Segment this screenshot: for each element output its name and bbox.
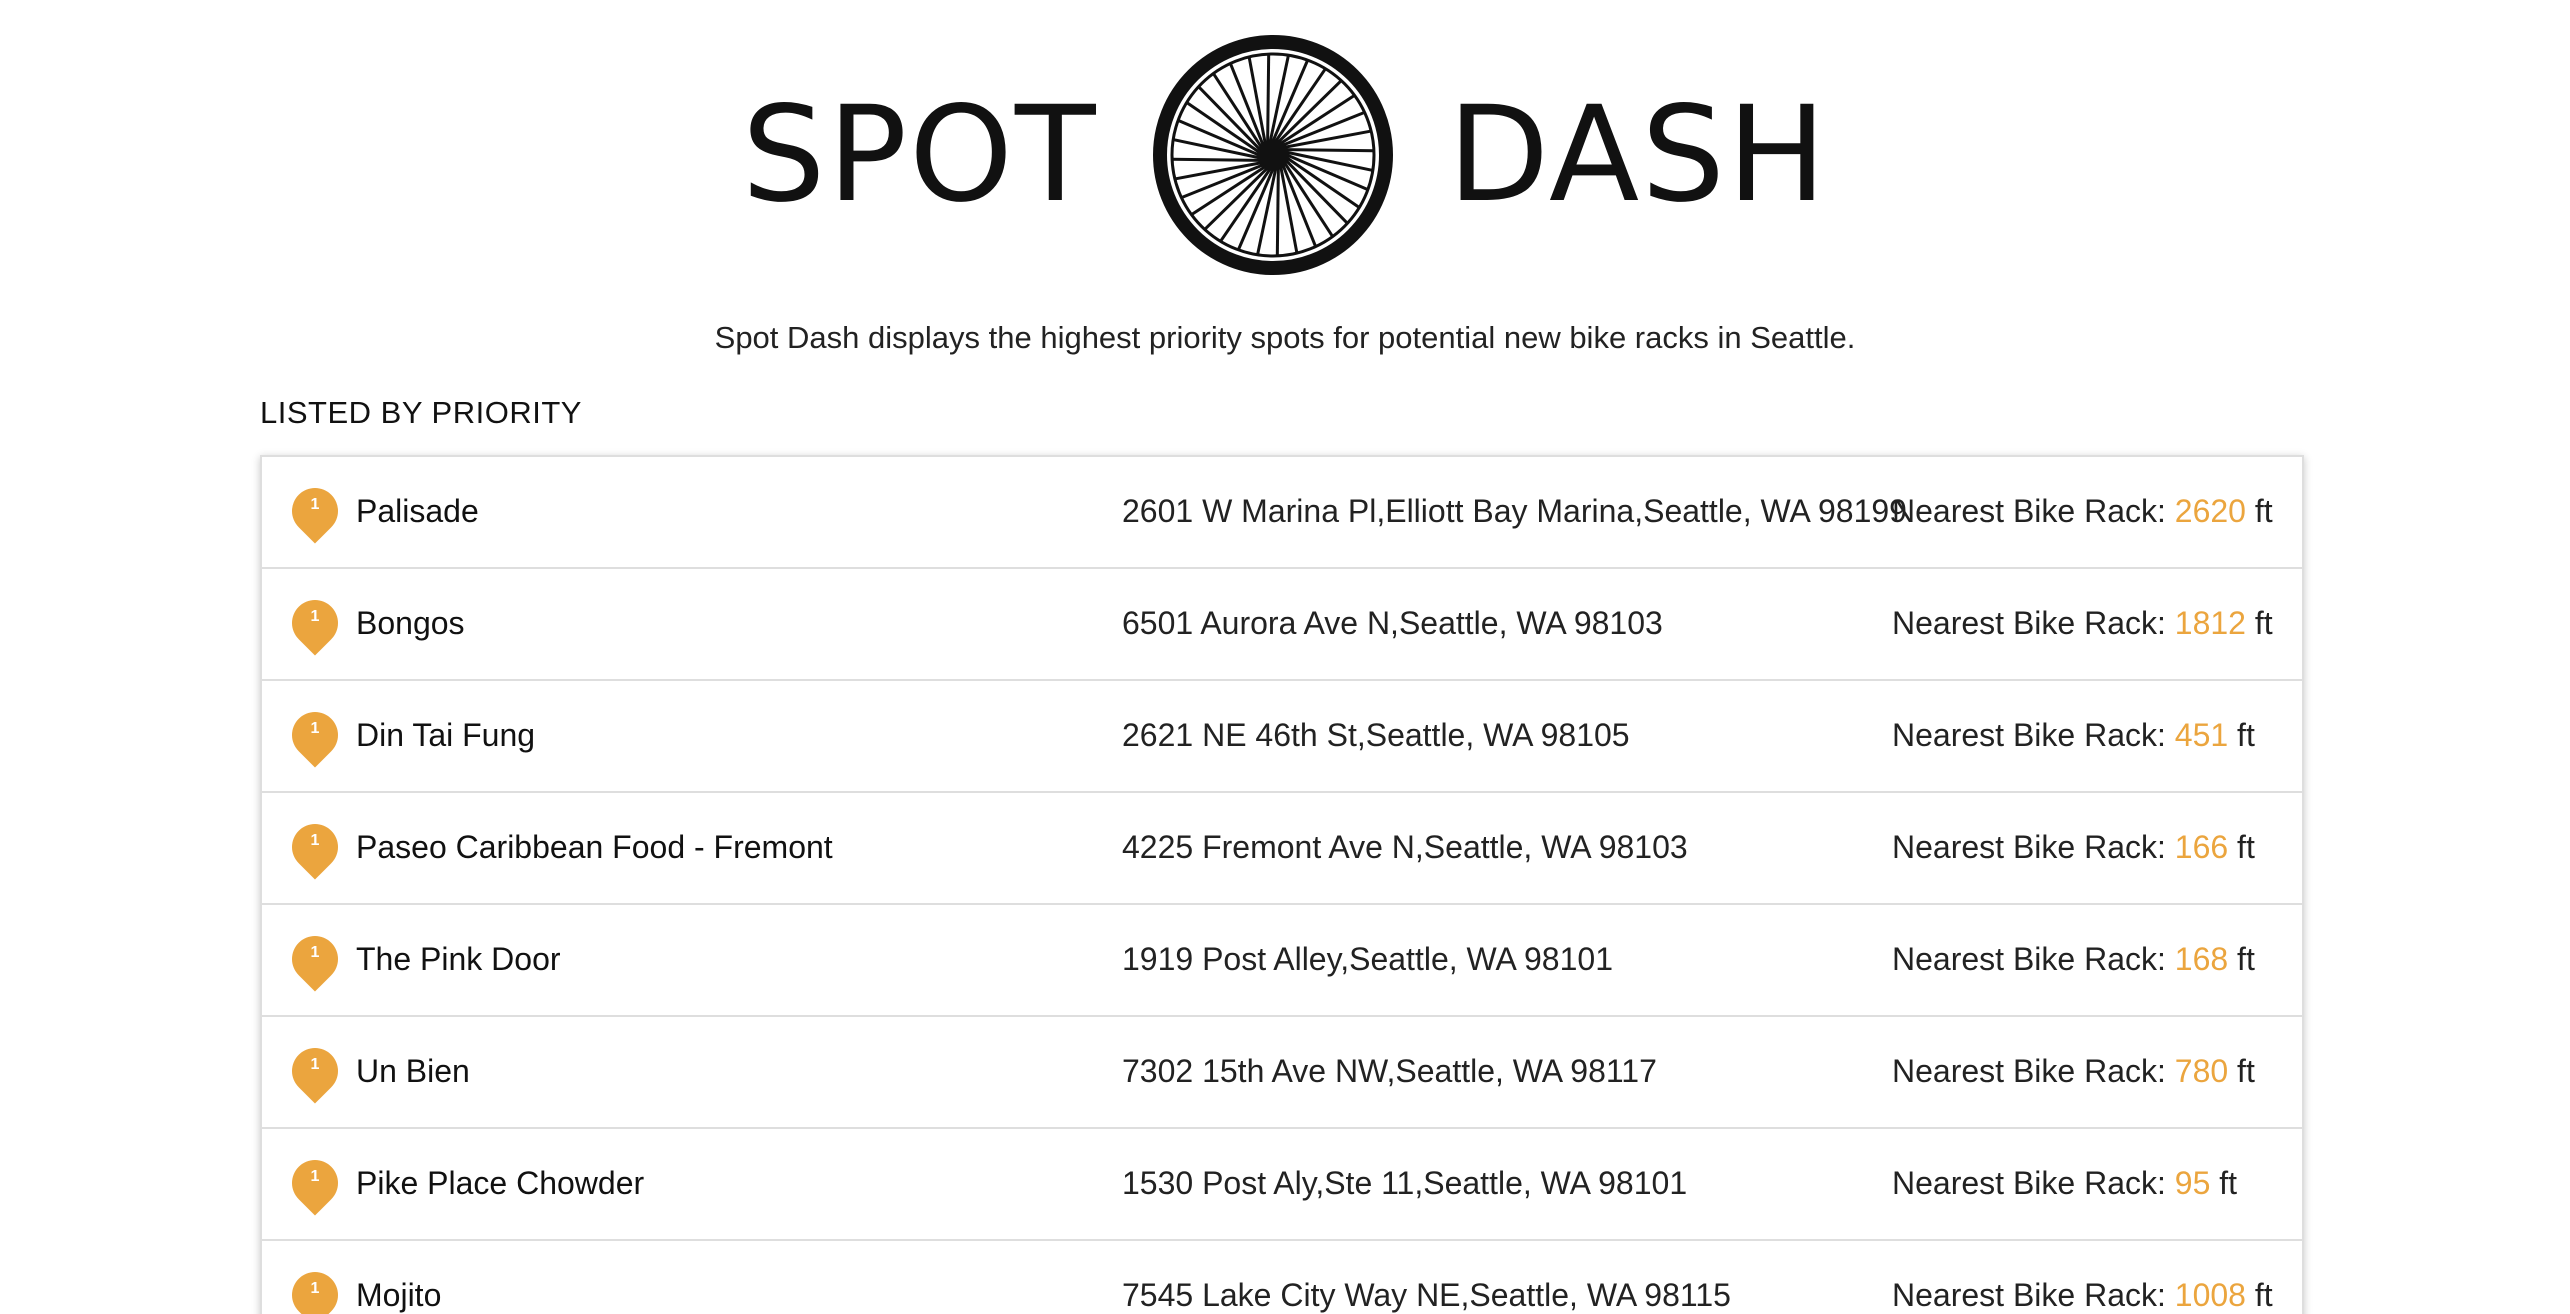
nearest-rack-label: Nearest Bike Rack:	[1892, 493, 2166, 529]
spot-address: 2621 NE 46th St,Seattle, WA 98105	[1122, 717, 1630, 753]
rack-distance: 451	[2174, 717, 2229, 753]
spot-name: The Pink Door	[356, 941, 561, 977]
rack-distance: 95	[2174, 1165, 2211, 1201]
nearest-rack-label: Nearest Bike Rack:	[1892, 717, 2166, 753]
spot-address: 7302 15th Ave NW,Seattle, WA 98117	[1122, 1053, 1657, 1089]
list-item[interactable]: 1 Paseo Caribbean Food - Fremont 4225 Fr…	[262, 793, 2302, 905]
nearest-rack-label: Nearest Bike Rack:	[1892, 1165, 2166, 1201]
distance-unit: ft	[2254, 1277, 2273, 1313]
priority-number: 1	[310, 496, 320, 513]
spot-name: Bongos	[356, 605, 465, 641]
spot-list: 1 Palisade 2601 W Marina Pl,Elliott Bay …	[260, 455, 2304, 1314]
distance-unit: ft	[2237, 1053, 2255, 1089]
priority-number: 1	[310, 1280, 320, 1297]
tagline: Spot Dash displays the highest priority …	[714, 320, 1856, 355]
nearest-rack: Nearest Bike Rack: 2620 ft	[1892, 457, 2273, 565]
list-item[interactable]: 1 Mojito 7545 Lake City Way NE,Seattle, …	[262, 1241, 2302, 1314]
priority-number: 1	[310, 1056, 320, 1073]
priority-number: 1	[310, 1168, 320, 1185]
rack-distance: 168	[2174, 941, 2229, 977]
spot-address: 1919 Post Alley,Seattle, WA 98101	[1122, 941, 1613, 977]
rack-distance: 1812	[2174, 605, 2246, 641]
nearest-rack-label: Nearest Bike Rack:	[1892, 1277, 2166, 1313]
spot-address: 2601 W Marina Pl,Elliott Bay Marina,Seat…	[1122, 493, 1907, 529]
nearest-rack-label: Nearest Bike Rack:	[1892, 1053, 2166, 1089]
distance-unit: ft	[2237, 941, 2255, 977]
list-item[interactable]: 1 The Pink Door 1919 Post Alley,Seattle,…	[262, 905, 2302, 1017]
spot-address: 1530 Post Aly,Ste 11,Seattle, WA 98101	[1122, 1165, 1688, 1201]
nearest-rack: Nearest Bike Rack: 1008 ft	[1892, 1241, 2273, 1314]
nearest-rack: Nearest Bike Rack: 95 ft	[1892, 1129, 2237, 1237]
nearest-rack: Nearest Bike Rack: 780 ft	[1892, 1017, 2255, 1125]
list-item[interactable]: 1 Un Bien 7302 15th Ave NW,Seattle, WA 9…	[262, 1017, 2302, 1129]
logo-text-dash: DASH	[1447, 78, 1829, 232]
spot-name: Pike Place Chowder	[356, 1165, 645, 1201]
spot-address: 4225 Fremont Ave N,Seattle, WA 98103	[1122, 829, 1688, 865]
distance-unit: ft	[2237, 829, 2255, 865]
list-item[interactable]: 1 Palisade 2601 W Marina Pl,Elliott Bay …	[262, 457, 2302, 569]
nearest-rack-label: Nearest Bike Rack:	[1892, 941, 2166, 977]
spot-name: Palisade	[356, 493, 479, 529]
distance-unit: ft	[2254, 493, 2273, 529]
distance-unit: ft	[2254, 605, 2273, 641]
nearest-rack: Nearest Bike Rack: 166 ft	[1892, 793, 2255, 901]
list-item[interactable]: 1 Din Tai Fung 2621 NE 46th St,Seattle, …	[262, 681, 2302, 793]
nearest-rack-label: Nearest Bike Rack:	[1892, 829, 2166, 865]
list-item[interactable]: 1 Bongos 6501 Aurora Ave N,Seattle, WA 9…	[262, 569, 2302, 681]
spot-name: Din Tai Fung	[356, 717, 536, 753]
rack-distance: 1008	[2174, 1277, 2246, 1313]
bicycle-wheel-icon	[1152, 35, 1393, 275]
priority-number: 1	[310, 720, 320, 737]
priority-number: 1	[310, 608, 320, 625]
rack-distance: 780	[2174, 1053, 2229, 1089]
nearest-rack: Nearest Bike Rack: 451 ft	[1892, 681, 2255, 789]
spot-address: 7545 Lake City Way NE,Seattle, WA 98115	[1122, 1277, 1731, 1313]
spot-name: Mojito	[356, 1277, 442, 1313]
list-item[interactable]: 1 Pike Place Chowder 1530 Post Aly,Ste 1…	[262, 1129, 2302, 1241]
distance-unit: ft	[2219, 1165, 2238, 1201]
spot-name: Un Bien	[356, 1053, 470, 1089]
page: SPOT DASH Spot Dash displays the highest…	[0, 0, 2570, 1314]
section-title: LISTED BY PRIORITY	[260, 395, 582, 430]
nearest-rack: Nearest Bike Rack: 168 ft	[1892, 905, 2255, 1013]
nearest-rack-label: Nearest Bike Rack:	[1892, 605, 2166, 641]
nearest-rack: Nearest Bike Rack: 1812 ft	[1892, 569, 2273, 677]
rack-distance: 166	[2174, 829, 2229, 865]
priority-number: 1	[310, 832, 320, 849]
spot-name: Paseo Caribbean Food - Fremont	[356, 829, 833, 865]
priority-number: 1	[310, 944, 320, 961]
logo-text-spot: SPOT	[741, 78, 1098, 232]
spot-address: 6501 Aurora Ave N,Seattle, WA 98103	[1122, 605, 1663, 641]
distance-unit: ft	[2237, 717, 2255, 753]
rack-distance: 2620	[2174, 493, 2246, 529]
logo-header: SPOT DASH	[0, 30, 2570, 280]
